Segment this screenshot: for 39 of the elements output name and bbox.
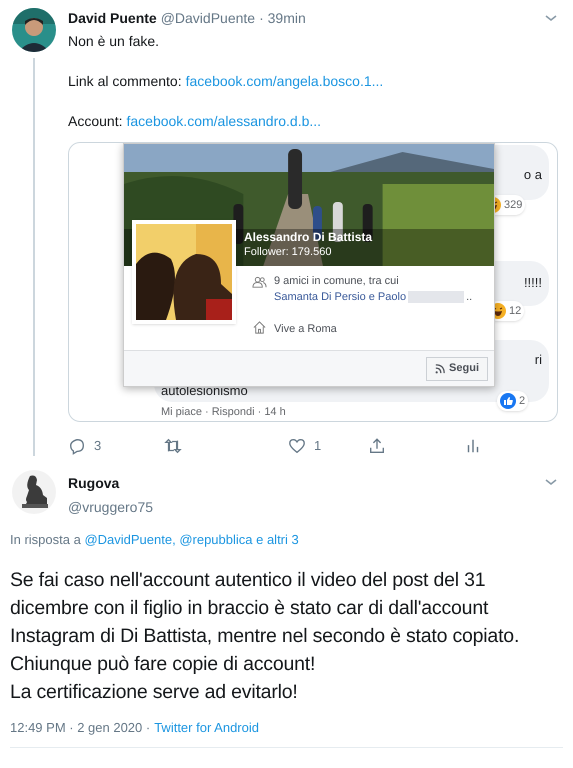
mention-link[interactable]: @repubblica e altri 3 — [179, 532, 299, 547]
comment-actions: Mi piace · Rispondi · 14 h — [161, 405, 286, 420]
mutual-friends-text: 9 amici in comune, tra cui Samanta Di Persio e Paolo .. — [274, 274, 474, 305]
comment-text: autolesionismo — [161, 382, 248, 400]
redaction-blur — [408, 291, 464, 304]
tweet-text: Chiunque può fare copie di account! — [10, 652, 316, 676]
author-handle[interactable]: @DavidPuente — [160, 8, 256, 29]
link[interactable]: facebook.com/alessandro.d.b... — [126, 111, 322, 132]
action-count: 1 — [314, 437, 322, 455]
tweet-text: Se fai caso nell'account autentico il video del post del 31 dicembre con il figlio in braccio è stato car di dall'account Instagram di Di Battista, mentre nel secondo è stato copiato. — [10, 568, 520, 648]
house-icon — [252, 320, 267, 335]
comment-text: o a — [522, 166, 542, 184]
follow-button[interactable]: Segui — [426, 356, 488, 380]
reply-to-text: In risposta a @DavidPuente, @repubblica e altri 3 — [10, 531, 300, 549]
link[interactable]: facebook.com/angela.bosco.1... — [186, 71, 384, 92]
author-name[interactable]: Rugova — [68, 473, 154, 494]
comment-text: !!!!! — [522, 274, 542, 292]
reply-icon[interactable] — [68, 436, 86, 455]
share-icon[interactable] — [368, 436, 386, 455]
timestamp[interactable]: 12:49 PM · 2 gen 2020 · — [10, 718, 150, 737]
heart-icon[interactable] — [288, 436, 306, 455]
tweet-text: Non è un fake. — [68, 32, 160, 51]
link[interactable]: Samanta Di Persio e Paolo — [274, 291, 406, 303]
location-text: Vive a Roma — [274, 322, 337, 337]
friends-icon — [252, 275, 267, 290]
source-link[interactable]: Twitter for Android — [154, 718, 259, 737]
link-label: Account: — [68, 112, 122, 131]
action-count: 3 — [94, 437, 102, 455]
rss-icon — [435, 364, 446, 374]
tweet-time[interactable]: · 39min — [259, 8, 306, 29]
retweet-icon[interactable] — [164, 436, 182, 455]
author-name[interactable]: David Puente — [68, 8, 157, 29]
like-reaction-icon — [500, 393, 516, 409]
tweet-text: La certificazione serve ad evitarlo! — [10, 680, 299, 704]
mention-link[interactable]: @DavidPuente, — [84, 532, 176, 547]
link-label: Link al commento: — [68, 72, 182, 91]
author-handle[interactable]: @vruggero75 — [68, 497, 154, 518]
comment-text: ri — [534, 351, 542, 369]
reaction-count[interactable]: 2 — [497, 391, 528, 411]
